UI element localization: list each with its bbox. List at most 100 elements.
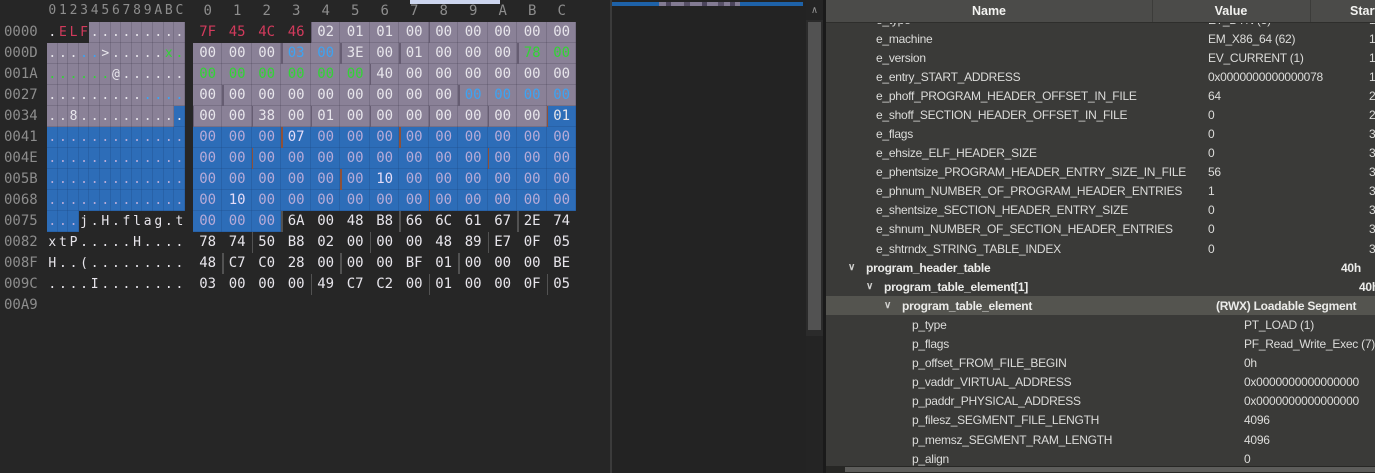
hex-byte-cell[interactable]: 00	[399, 64, 429, 85]
hex-byte-cell[interactable]: 00	[517, 85, 547, 106]
hex-byte-cell[interactable]: 61	[458, 211, 488, 232]
hex-byte-cell[interactable]: 00	[222, 211, 252, 232]
ascii-cell[interactable]: .	[100, 127, 111, 148]
hex-byte-cell[interactable]: 00	[488, 106, 518, 127]
hex-byte-cell[interactable]: 2E	[517, 211, 547, 232]
ascii-cell[interactable]: .	[132, 22, 143, 43]
chevron-down-icon[interactable]: ∨	[866, 281, 884, 292]
ascii-cell[interactable]: .	[174, 64, 185, 85]
hex-byte-cell[interactable]: 00	[340, 190, 370, 211]
ascii-cell[interactable]: .	[153, 169, 164, 190]
ascii-cell[interactable]: .	[89, 22, 100, 43]
hex-byte-cell[interactable]: 07	[281, 127, 311, 148]
ascii-cell[interactable]: .	[164, 85, 175, 106]
hex-byte-cell[interactable]: C7	[222, 253, 252, 274]
hex-byte-cell[interactable]: 00	[399, 22, 429, 43]
hex-byte-cell[interactable]: 00	[222, 85, 252, 106]
hex-byte-cell[interactable]: 00	[222, 274, 252, 295]
ascii-cell[interactable]: .	[174, 127, 185, 148]
ascii-cell[interactable]: .	[132, 190, 143, 211]
ascii-cell[interactable]: t	[58, 232, 69, 253]
ascii-cell[interactable]: .	[58, 106, 69, 127]
inspector-row[interactable]: e_entry_START_ADDRESS0x00000000000000781…	[826, 67, 1375, 86]
hex-byte-cell[interactable]: 00	[517, 64, 547, 85]
ascii-cell[interactable]: .	[58, 127, 69, 148]
hex-byte-cell[interactable]: 89	[458, 232, 488, 253]
column-header-value[interactable]: Value	[1152, 0, 1310, 22]
ascii-cell[interactable]: .	[111, 85, 122, 106]
ascii-cell[interactable]: .	[79, 232, 90, 253]
ascii-cell[interactable]: .	[47, 169, 58, 190]
scrollbar-track[interactable]	[806, 20, 823, 336]
ascii-cell[interactable]: .	[153, 253, 164, 274]
hex-byte-cell[interactable]: 00	[370, 190, 400, 211]
hex-byte-cell[interactable]: 00	[311, 127, 341, 148]
ascii-cell[interactable]: .	[121, 148, 132, 169]
hex-byte-cell[interactable]: 00	[281, 148, 311, 169]
hex-byte-cell[interactable]: 00	[222, 148, 252, 169]
hex-byte-cell[interactable]: 02	[311, 22, 341, 43]
hex-byte-cell[interactable]: 05	[547, 274, 577, 295]
ascii-cell[interactable]: .	[153, 22, 164, 43]
ascii-cell[interactable]: .	[89, 169, 100, 190]
ascii-cell[interactable]: .	[100, 190, 111, 211]
hex-byte-cell[interactable]: 00	[488, 169, 518, 190]
ascii-cell[interactable]: .	[79, 64, 90, 85]
hex-byte-cell[interactable]: 10	[222, 190, 252, 211]
ascii-cell[interactable]: .	[89, 232, 100, 253]
ascii-cell[interactable]: .	[58, 85, 69, 106]
ascii-cell[interactable]: .	[153, 232, 164, 253]
hex-byte-cell[interactable]: 00	[311, 253, 341, 274]
ascii-cell[interactable]: .	[164, 106, 175, 127]
ascii-cell[interactable]: .	[100, 106, 111, 127]
ascii-cell[interactable]: .	[153, 148, 164, 169]
ascii-cell[interactable]: .	[111, 253, 122, 274]
hex-byte-cell[interactable]: 00	[458, 169, 488, 190]
hex-byte-cell[interactable]: 01	[311, 106, 341, 127]
hex-byte-cell[interactable]: 50	[252, 232, 282, 253]
hex-byte-cell[interactable]: 00	[458, 274, 488, 295]
ascii-cell[interactable]: .	[47, 127, 58, 148]
hex-byte-cell[interactable]: 00	[458, 43, 488, 64]
hex-byte-cell[interactable]: BE	[547, 253, 577, 274]
hex-byte-cell[interactable]: 00	[370, 127, 400, 148]
ascii-cell[interactable]: .	[111, 43, 122, 64]
ascii-cell[interactable]: .	[174, 190, 185, 211]
hex-byte-cell[interactable]: 00	[340, 64, 370, 85]
ascii-cell[interactable]: .	[89, 43, 100, 64]
ascii-cell[interactable]: x	[164, 43, 175, 64]
ascii-cell[interactable]: l	[132, 211, 143, 232]
hex-byte-cell[interactable]: 00	[517, 253, 547, 274]
hex-byte-cell[interactable]: 00	[399, 127, 429, 148]
ascii-cell[interactable]: .	[164, 211, 175, 232]
hex-byte-cell[interactable]: 00	[193, 64, 223, 85]
ascii-cell[interactable]: .	[121, 274, 132, 295]
ascii-cell[interactable]: .	[142, 232, 153, 253]
ascii-cell[interactable]: .	[89, 211, 100, 232]
hex-byte-cell[interactable]: 00	[488, 190, 518, 211]
hex-byte-cell[interactable]: 00	[547, 148, 577, 169]
hex-byte-cell[interactable]: 00	[340, 127, 370, 148]
hex-byte-cell[interactable]: 00	[458, 127, 488, 148]
hex-byte-cell[interactable]: 00	[193, 43, 223, 64]
hex-byte-cell[interactable]: 00	[252, 274, 282, 295]
hex-byte-cell[interactable]: 00	[252, 211, 282, 232]
ascii-cell[interactable]: .	[132, 169, 143, 190]
hex-byte-cell[interactable]: 00	[311, 85, 341, 106]
hex-byte-cell[interactable]: 00	[488, 274, 518, 295]
hex-byte-cell[interactable]: 48	[340, 211, 370, 232]
hex-byte-cell[interactable]: 6A	[281, 211, 311, 232]
hex-byte-cell[interactable]: 00	[458, 106, 488, 127]
hex-byte-cell[interactable]: 48	[193, 253, 223, 274]
ascii-cell[interactable]: x	[47, 232, 58, 253]
hex-byte-cell[interactable]: 0F	[517, 274, 547, 295]
ascii-cell[interactable]: .	[142, 85, 153, 106]
ascii-cell[interactable]: .	[58, 148, 69, 169]
ascii-cell[interactable]: .	[100, 232, 111, 253]
ascii-cell[interactable]: .	[68, 169, 79, 190]
ascii-cell[interactable]: .	[132, 64, 143, 85]
hex-byte-cell[interactable]: 00	[488, 22, 518, 43]
ascii-cell[interactable]: .	[47, 64, 58, 85]
ascii-cell[interactable]: I	[89, 274, 100, 295]
ascii-cell[interactable]: .	[132, 43, 143, 64]
